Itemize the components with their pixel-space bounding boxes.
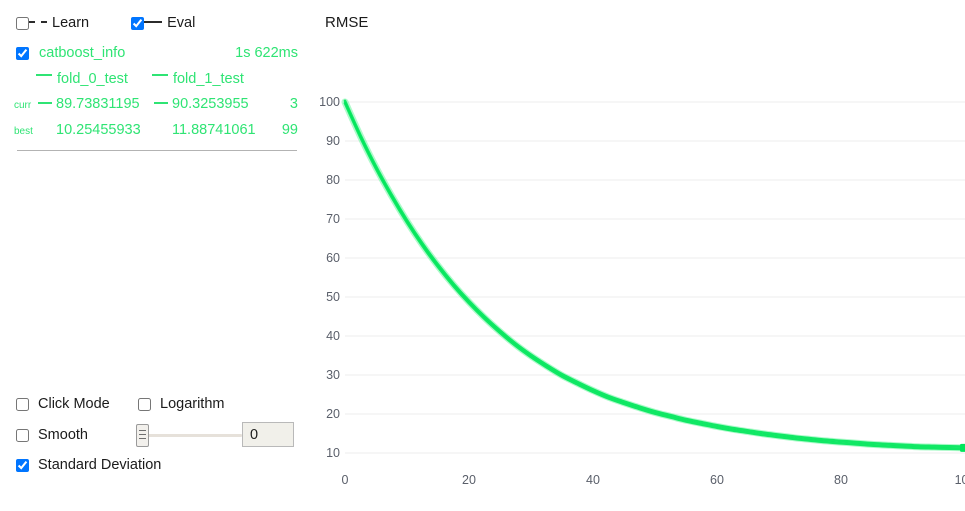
run-row[interactable]: catboost_info 1s 622ms xyxy=(16,45,298,61)
series-line-fold-0 xyxy=(343,99,965,449)
x-tick-label: 80 xyxy=(834,473,848,487)
current-value-fold-1-text: 90.3253955 xyxy=(172,96,249,112)
smooth-checkbox[interactable] xyxy=(16,428,29,442)
best-value-fold-0-text: 10.25455933 xyxy=(56,122,141,138)
y-tick-label: 90 xyxy=(326,134,340,148)
slider-grip-line xyxy=(139,430,146,431)
click-mode-label: Click Mode xyxy=(38,396,110,412)
current-iteration: 3 xyxy=(289,96,298,112)
smooth-label: Smooth xyxy=(38,427,88,443)
learn-label: Learn xyxy=(52,15,90,31)
run-visibility-checkbox[interactable] xyxy=(16,46,29,60)
current-fold-1-line-marker-icon xyxy=(154,102,168,104)
smooth-control[interactable]: Smooth xyxy=(16,427,88,443)
y-tick-label: 40 xyxy=(326,329,340,343)
fold-0-label: fold_0_test xyxy=(57,71,128,87)
eval-checkbox[interactable] xyxy=(131,16,145,30)
fold-0-line-marker-icon xyxy=(36,74,52,76)
smooth-slider-handle[interactable] xyxy=(136,424,149,447)
series-line-fold-1 xyxy=(343,101,965,451)
logarithm-control[interactable]: Logarithm xyxy=(138,396,224,412)
x-tick-label: 20 xyxy=(462,473,476,487)
standard-deviation-control[interactable]: Standard Deviation xyxy=(16,457,161,473)
click-mode-control[interactable]: Click Mode xyxy=(16,396,110,412)
x-tick-label: 0 xyxy=(342,473,349,487)
run-name: catboost_info xyxy=(39,45,126,61)
fold-1-label: fold_1_test xyxy=(172,71,244,87)
logarithm-checkbox[interactable] xyxy=(138,397,151,411)
std-deviation-band xyxy=(341,98,965,452)
x-tick-label: 40 xyxy=(586,473,600,487)
chart-panel: RMSE 102030405060708090100 020406080100 xyxy=(312,0,965,511)
y-tick-label: 80 xyxy=(326,173,340,187)
best-value-fold-1-text: 11.88741061 xyxy=(172,122,256,138)
best-stats-tag: best xyxy=(14,126,33,137)
current-stats-tag: curr xyxy=(14,100,32,111)
series-type-legend: Learn Eval xyxy=(16,15,195,31)
chart-series-lines xyxy=(343,99,965,451)
click-mode-checkbox[interactable] xyxy=(16,397,29,411)
standard-deviation-label: Standard Deviation xyxy=(38,457,162,473)
best-value-fold-1: 11.88741061 xyxy=(154,122,270,138)
slider-grip-line xyxy=(139,434,146,435)
y-axis-tick-labels: 10 20 30 40 50 60 70 80 90 100 xyxy=(319,95,340,460)
chart-gridlines xyxy=(345,101,965,454)
x-axis-tick-labels: 0 20 40 60 80 100 xyxy=(342,473,965,487)
eval-line-marker-icon xyxy=(144,21,163,23)
legend-divider xyxy=(17,150,297,151)
fold-series-legend: fold_0_test fold_1_test xyxy=(36,71,244,87)
x-tick-label: 100 xyxy=(955,473,965,487)
series-endpoint-marker xyxy=(960,443,965,452)
y-tick-label: 30 xyxy=(326,368,340,382)
x-tick-label: 60 xyxy=(710,473,724,487)
current-value-fold-1: 90.3253955 xyxy=(154,96,270,112)
current-value-fold-0-text: 89.73831195 xyxy=(56,96,140,112)
current-stats-row: curr 89.73831195 90.3253955 3 xyxy=(14,96,298,112)
current-fold-0-line-marker-icon xyxy=(38,102,52,104)
standard-deviation-checkbox[interactable] xyxy=(16,458,29,472)
left-control-panel: Learn Eval catboost_info 1s 622ms fold_0… xyxy=(0,0,312,511)
smooth-value-input[interactable]: 0 xyxy=(242,422,294,447)
y-tick-label: 20 xyxy=(326,407,340,421)
smooth-slider-track[interactable] xyxy=(144,434,242,437)
y-tick-label: 70 xyxy=(326,212,340,226)
logarithm-label: Logarithm xyxy=(160,396,225,412)
learn-checkbox[interactable] xyxy=(16,16,29,30)
y-tick-label: 10 xyxy=(326,446,340,460)
slider-grip-line xyxy=(139,438,146,439)
best-iteration: 99 xyxy=(281,122,298,138)
best-value-fold-0: 10.25455933 xyxy=(38,122,154,138)
run-elapsed-time: 1s 622ms xyxy=(235,45,298,61)
y-tick-label: 60 xyxy=(326,251,340,265)
best-stats-row: best 10.25455933 11.88741061 99 xyxy=(14,122,298,138)
learn-line-marker-icon xyxy=(29,21,47,23)
y-tick-label: 50 xyxy=(326,290,340,304)
std-band-path xyxy=(341,98,965,452)
fold-1-line-marker-icon xyxy=(151,74,168,76)
smooth-slider[interactable] xyxy=(136,421,244,449)
rmse-line-chart[interactable]: 10 20 30 40 50 60 70 80 90 100 0 20 40 60 80 100 xyxy=(312,0,965,511)
current-value-fold-0: 89.73831195 xyxy=(38,96,154,112)
eval-label: Eval xyxy=(167,15,196,31)
y-tick-label: 100 xyxy=(319,95,340,109)
endpoint-marker-dot xyxy=(960,443,965,452)
